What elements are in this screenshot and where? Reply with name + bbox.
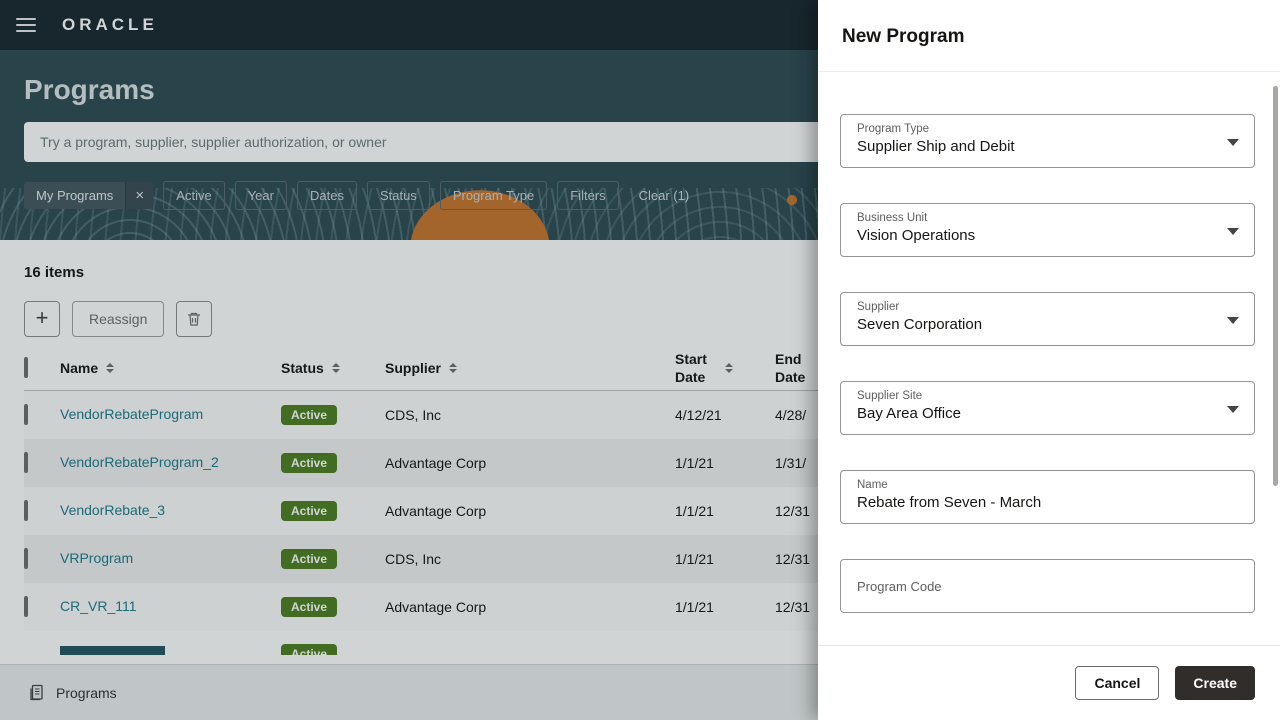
panel-footer: Cancel Create (818, 645, 1280, 720)
panel-title: New Program (842, 26, 965, 47)
field-label: Supplier Site (857, 390, 923, 402)
field-label: Supplier (857, 301, 900, 313)
business-unit-select[interactable]: Business Unit Vision Operations (840, 203, 1255, 257)
new-program-panel: New Program Program Type Supplier Ship a… (818, 0, 1280, 720)
panel-form: Program Type Supplier Ship and Debit Bus… (818, 72, 1280, 613)
create-button[interactable]: Create (1175, 666, 1255, 700)
panel-header: New Program (818, 0, 1280, 72)
screen: ORACLE Programs My Programs Active Year … (0, 0, 1280, 720)
field-label: Business Unit (857, 212, 928, 224)
scrollbar-thumb[interactable] (1273, 86, 1278, 486)
supplier-select[interactable]: Supplier Seven Corporation (840, 292, 1255, 346)
chevron-down-icon[interactable] (1227, 228, 1239, 235)
panel-scrollbar (1273, 80, 1278, 716)
field-label: Program Type (857, 123, 930, 135)
chevron-down-icon[interactable] (1227, 139, 1239, 146)
field-value: Seven Corporation (857, 316, 983, 333)
name-input[interactable]: Name Rebate from Seven - March (840, 470, 1255, 524)
field-value: Bay Area Office (857, 405, 961, 422)
field-value: Vision Operations (857, 227, 976, 244)
field-label: Program Code (857, 578, 942, 594)
cancel-button[interactable]: Cancel (1075, 666, 1160, 700)
field-value: Supplier Ship and Debit (857, 138, 1015, 155)
chevron-down-icon[interactable] (1227, 406, 1239, 413)
supplier-site-select[interactable]: Supplier Site Bay Area Office (840, 381, 1255, 435)
field-label: Name (857, 479, 888, 491)
field-value: Rebate from Seven - March (857, 494, 1042, 511)
chevron-down-icon[interactable] (1227, 317, 1239, 324)
program-type-select[interactable]: Program Type Supplier Ship and Debit (840, 114, 1255, 168)
program-code-input[interactable]: Program Code (840, 559, 1255, 613)
